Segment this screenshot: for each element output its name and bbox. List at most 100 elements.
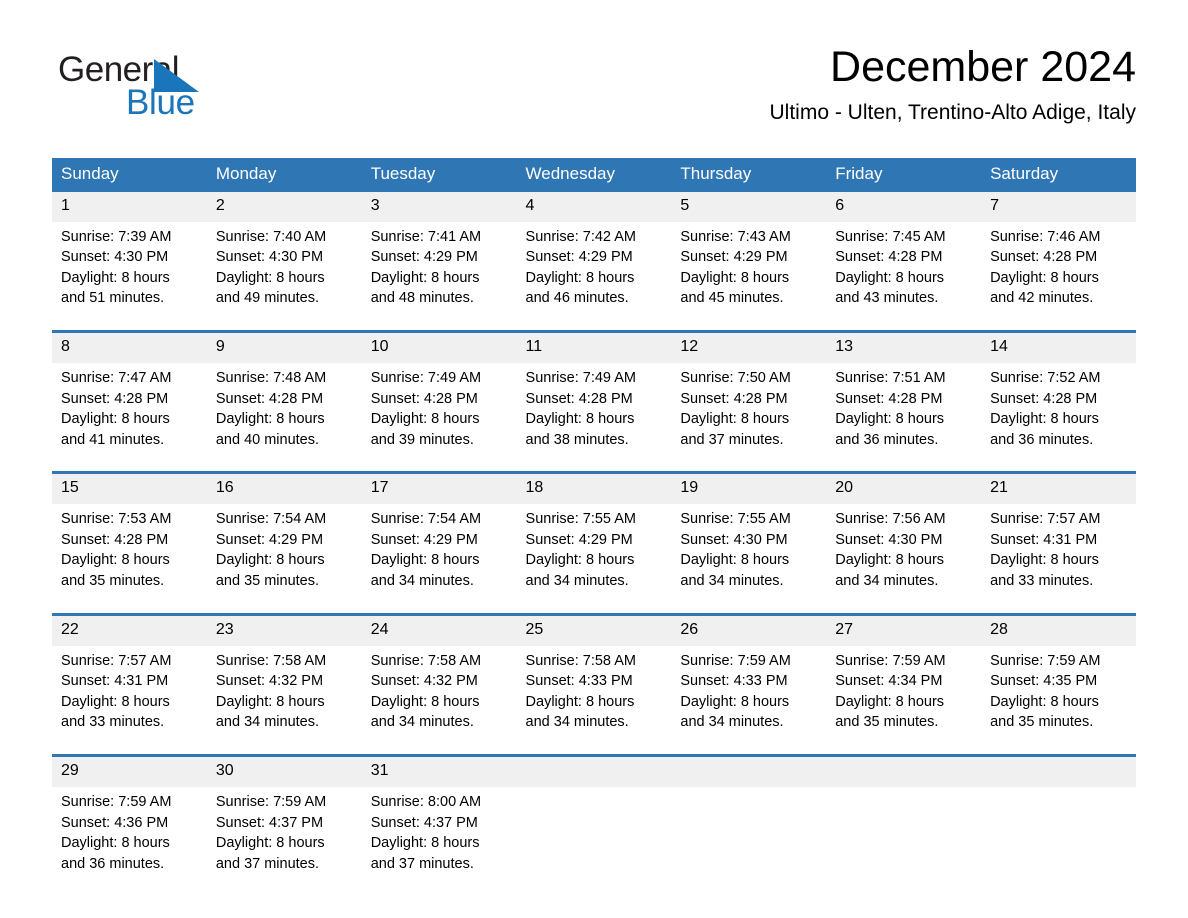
day-daylight-line1-text: Daylight: 8 hours [215, 552, 325, 569]
day-daylight-line1-text: Daylight: 8 hours [525, 552, 635, 569]
day-number[interactable]: 12 [671, 333, 827, 363]
day-number[interactable]: 25 [516, 615, 672, 646]
day-number[interactable]: 21 [981, 474, 1136, 505]
sunrise-sunset-calendar: Sunday Monday Tuesday Wednesday Thursday… [52, 158, 1136, 882]
day-daylight-line1-text: Daylight: 8 hours [61, 693, 170, 710]
day-details: Sunrise: 7:48 AM Sunset: 4:28 PM Daylight:… [206, 363, 362, 458]
day-daylight-line1-text: Daylight: 8 hours [680, 269, 790, 286]
day-sunrise-text: Sunrise: 7:58 AM [215, 652, 327, 669]
day-number[interactable]: 13 [826, 333, 982, 363]
week-gap [52, 457, 1136, 472]
logo-text-blue: Blue [126, 83, 195, 122]
week-gap-cell [52, 598, 1136, 613]
generalblue-logo[interactable]: General Blue [58, 52, 258, 122]
day-sunset-text: Sunset: 4:34 PM [835, 673, 943, 690]
day-sunset-text: Sunset: 4:28 PM [215, 390, 324, 407]
day-details: Sunrise: 7:49 AM Sunset: 4:28 PM Daylight:… [516, 363, 672, 458]
day-details: Sunrise: 7:59 AM Sunset: 4:37 PM Daylight:… [206, 786, 362, 882]
day-sunrise-text: Sunrise: 7:46 AM [990, 228, 1101, 245]
day-number[interactable]: 31 [361, 756, 517, 787]
day-daylight-line1-text: Daylight: 8 hours [61, 835, 170, 852]
day-daylight-line1-text: Daylight: 8 hours [61, 552, 170, 569]
day-number[interactable]: 14 [981, 333, 1136, 363]
day-number[interactable]: 16 [206, 474, 362, 505]
day-number[interactable]: 11 [516, 333, 672, 363]
day-number[interactable]: 6 [826, 191, 982, 222]
day-number[interactable]: 28 [981, 615, 1136, 646]
day-daylight-line2-text: and 37 minutes. [370, 855, 474, 872]
day-number[interactable]: 27 [826, 615, 982, 646]
day-number[interactable]: 20 [826, 474, 982, 505]
week-gap-cell [52, 316, 1136, 330]
day-sunset-text: Sunset: 4:32 PM [370, 673, 478, 690]
day-sunrise-text: Sunrise: 7:50 AM [680, 370, 791, 386]
day-daylight-line1-text: Daylight: 8 hours [370, 552, 480, 569]
location-subtitle: Ultimo - Ulten, Trentino-Alto Adige, Ita… [769, 101, 1137, 125]
day-sunset-text: Sunset: 4:28 PM [61, 390, 169, 407]
day-details: Sunrise: 7:54 AM Sunset: 4:29 PM Daylight:… [206, 504, 362, 599]
day-sunset-text: Sunset: 4:28 PM [680, 390, 788, 407]
day-daylight-line1-text: Daylight: 8 hours [370, 411, 480, 428]
empty-day-details [516, 786, 672, 882]
day-daylight-line1-text: Daylight: 8 hours [525, 411, 635, 428]
day-sunset-text: Sunset: 4:28 PM [990, 390, 1098, 407]
day-number[interactable]: 2 [206, 191, 362, 222]
day-number[interactable]: 10 [361, 333, 517, 363]
day-details: Sunrise: 7:47 AM Sunset: 4:28 PM Daylight:… [52, 363, 207, 458]
day-sunrise-text: Sunrise: 8:00 AM [370, 793, 482, 810]
day-details: Sunrise: 7:59 AM Sunset: 4:34 PM Daylight:… [826, 645, 982, 740]
day-sunset-text: Sunset: 4:28 PM [525, 390, 633, 407]
day-number[interactable]: 9 [206, 333, 362, 363]
day-number[interactable]: 15 [52, 474, 207, 505]
day-number[interactable]: 19 [671, 474, 827, 505]
day-sunset-text: Sunset: 4:30 PM [835, 531, 943, 548]
weekday-header-sunday: Sunday [52, 158, 207, 192]
day-daylight-line1-text: Daylight: 8 hours [990, 269, 1099, 286]
calendar-body: 1 2 3 4 5 6 7 Sunrise: 7:39 AM Sunset: 4:30 PM Da… [52, 191, 1136, 882]
day-sunrise-text: Sunrise: 7:55 AM [525, 511, 636, 528]
day-sunrise-text: Sunrise: 7:59 AM [61, 793, 172, 810]
day-number[interactable]: 3 [361, 191, 517, 222]
day-daylight-line1-text: Daylight: 8 hours [680, 693, 790, 710]
day-daylight-line1-text: Daylight: 8 hours [990, 693, 1099, 710]
day-sunset-text: Sunset: 4:29 PM [370, 531, 478, 548]
day-daylight-line2-text: and 51 minutes. [61, 290, 165, 307]
day-daylight-line1-text: Daylight: 8 hours [370, 269, 480, 286]
day-sunrise-text: Sunrise: 7:59 AM [215, 793, 327, 810]
day-daylight-line1-text: Daylight: 8 hours [835, 269, 945, 286]
day-number[interactable]: 1 [52, 191, 207, 222]
day-number[interactable]: 22 [52, 615, 207, 646]
day-details: Sunrise: 7:53 AM Sunset: 4:28 PM Daylight:… [52, 504, 207, 599]
day-sunset-text: Sunset: 4:32 PM [215, 673, 324, 690]
day-sunrise-text: Sunrise: 7:54 AM [370, 511, 482, 528]
day-daylight-line2-text: and 36 minutes. [990, 431, 1094, 448]
day-number[interactable]: 26 [671, 615, 827, 646]
day-number[interactable]: 7 [981, 191, 1136, 222]
day-sunrise-text: Sunrise: 7:42 AM [525, 228, 636, 245]
day-daylight-line2-text: and 49 minutes. [215, 290, 320, 307]
table-row: 1234567 [52, 191, 1136, 222]
day-details: Sunrise: 7:42 AM Sunset: 4:29 PM Daylight:… [516, 221, 672, 316]
day-number[interactable]: 30 [206, 756, 362, 787]
day-details: Sunrise: 7:43 AM Sunset: 4:29 PM Daylight:… [671, 221, 827, 316]
day-number[interactable]: 23 [206, 615, 362, 646]
weekday-header-friday: Friday [826, 158, 982, 192]
day-number[interactable]: 24 [361, 615, 517, 646]
day-details: Sunrise: 7:51 AM Sunset: 4:28 PM Daylight:… [826, 363, 982, 458]
table-row: Sunrise: 7:59 AM Sunset: 4:36 PM Daylight:… [52, 786, 1136, 882]
day-sunrise-text: Sunrise: 7:48 AM [215, 370, 327, 386]
day-number[interactable]: 4 [516, 191, 672, 222]
day-daylight-line1-text: Daylight: 8 hours [61, 411, 170, 428]
day-daylight-line1-text: Daylight: 8 hours [835, 693, 945, 710]
day-number[interactable]: 29 [52, 756, 207, 787]
day-daylight-line2-text: and 34 minutes. [835, 573, 939, 590]
day-number[interactable]: 5 [671, 191, 827, 222]
day-daylight-line2-text: and 34 minutes. [525, 573, 629, 590]
day-daylight-line2-text: and 35 minutes. [61, 573, 165, 590]
day-details: Sunrise: 7:58 AM Sunset: 4:33 PM Daylight:… [516, 645, 672, 740]
day-number[interactable]: 18 [516, 474, 672, 505]
day-number[interactable]: 8 [52, 333, 207, 363]
day-sunrise-text: Sunrise: 7:51 AM [835, 370, 946, 386]
day-sunrise-text: Sunrise: 7:57 AM [61, 652, 172, 669]
day-number[interactable]: 17 [361, 474, 517, 505]
